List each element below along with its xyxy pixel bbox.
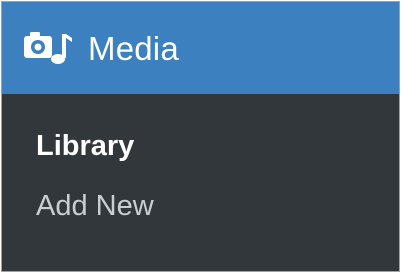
admin-menu-panel: Media Library Add New [1, 1, 400, 272]
submenu: Library Add New [2, 94, 399, 236]
media-icon [22, 26, 74, 70]
submenu-item-add-new[interactable]: Add New [2, 176, 399, 236]
menu-item-media[interactable]: Media [2, 2, 399, 94]
submenu-item-library[interactable]: Library [2, 116, 399, 176]
menu-title: Media [88, 29, 179, 67]
